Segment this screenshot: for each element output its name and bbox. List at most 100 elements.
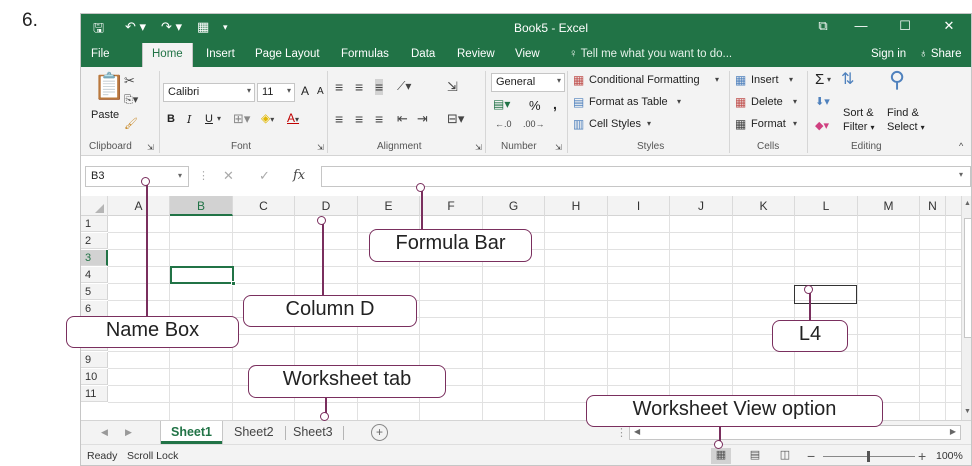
tab-formulas[interactable]: Formulas [341, 48, 389, 60]
tab-split-handle[interactable]: ⋮ [616, 426, 627, 439]
align-left-icon[interactable]: ≡ [335, 111, 343, 127]
row-header[interactable]: 5 [81, 284, 108, 300]
find-select-icon[interactable]: ⚲ [889, 67, 905, 93]
top-align-icon[interactable]: ≡ [335, 79, 343, 95]
delete-cells-icon[interactable]: ▦ [735, 95, 746, 109]
scroll-down-icon[interactable]: ▼ [964, 408, 971, 415]
row-header[interactable]: 9 [81, 352, 108, 368]
font-color-icon[interactable]: A▾ [287, 111, 299, 125]
row-header[interactable]: 2 [81, 233, 108, 249]
redo-icon[interactable]: ↷ ▾ [161, 19, 182, 35]
underline-button[interactable]: U [205, 113, 213, 125]
tab-data[interactable]: Data [411, 48, 435, 60]
minimize-button[interactable]: — [849, 18, 873, 33]
delete-cells-button[interactable]: Delete [751, 96, 783, 108]
cell-styles-icon[interactable]: ▥ [573, 117, 584, 131]
row-header[interactable]: 11 [81, 386, 108, 402]
fill-icon[interactable]: ⬇▾ [815, 95, 830, 108]
column-header[interactable]: F [420, 196, 483, 216]
expand-formula-bar-icon[interactable]: ▾ [959, 170, 963, 179]
scroll-up-icon[interactable]: ▲ [964, 200, 971, 207]
new-sheet-button[interactable]: + [371, 424, 388, 441]
align-right-icon[interactable]: ≡ [375, 111, 383, 127]
sort-filter-label[interactable]: Sort & [843, 107, 874, 119]
chevron-down-icon[interactable]: ▾ [715, 75, 719, 84]
middle-align-icon[interactable]: ≡ [355, 79, 363, 95]
cut-icon[interactable]: ✂ [124, 73, 135, 89]
conditional-formatting-button[interactable]: Conditional Formatting [589, 74, 700, 86]
save-icon[interactable]: 🖫 [93, 19, 104, 41]
column-header[interactable]: E [358, 196, 420, 216]
font-name-combo[interactable]: Calibri ▾ [163, 83, 255, 102]
sign-in-link[interactable]: Sign in [871, 48, 906, 60]
fill-color-icon[interactable]: ◈▾ [261, 111, 274, 125]
sheet-tab-sheet3[interactable]: Sheet3 [293, 421, 333, 444]
clipboard-launcher-icon[interactable]: ⇲ [147, 143, 154, 152]
column-header[interactable]: D [295, 196, 358, 216]
align-center-icon[interactable]: ≡ [355, 111, 363, 127]
find-select-label-2[interactable]: Select ▾ [887, 121, 925, 133]
column-header[interactable]: C [233, 196, 295, 216]
percent-style-button[interactable]: % [529, 98, 541, 113]
column-header[interactable]: L [795, 196, 858, 216]
chevron-down-icon[interactable]: ▾ [793, 119, 797, 128]
chevron-down-icon[interactable]: ▾ [827, 75, 831, 84]
comma-style-button[interactable]: , [553, 96, 557, 112]
close-button[interactable]: ✕ [937, 18, 961, 34]
increase-decimal-icon[interactable]: ←.0 [495, 119, 512, 129]
copy-icon[interactable]: ⎘▾ [124, 93, 138, 107]
name-box[interactable]: B3 ▾ [85, 166, 189, 187]
enter-icon[interactable]: ✓ [259, 168, 270, 184]
vertical-scrollbar[interactable]: ▲ ▼ [961, 196, 971, 420]
column-header[interactable]: J [670, 196, 733, 216]
chevron-down-icon[interactable]: ▾ [793, 97, 797, 106]
merge-center-icon[interactable]: ⊟▾ [447, 111, 464, 127]
increase-indent-icon[interactable]: ⇥ [417, 111, 428, 127]
prev-sheet-icon[interactable]: ◀ [101, 427, 108, 438]
bold-button[interactable]: B [167, 113, 175, 125]
tab-view[interactable]: View [515, 48, 540, 60]
insert-function-icon[interactable]: fx [293, 168, 305, 183]
chevron-down-icon[interactable]: ▾ [217, 114, 221, 123]
format-painter-icon[interactable]: 🖌 [124, 117, 138, 130]
normal-view-button[interactable]: ▦ [711, 448, 731, 464]
bottom-align-icon[interactable]: ≡ [375, 79, 384, 95]
active-cell-b3[interactable] [170, 266, 236, 286]
insert-cells-icon[interactable]: ▦ [735, 73, 746, 87]
accounting-format-icon[interactable]: ▤▾ [493, 97, 510, 111]
page-layout-view-button[interactable]: ▤ [745, 448, 765, 464]
paste-label[interactable]: Paste [91, 109, 119, 121]
scroll-left-icon[interactable]: ◀ [634, 427, 640, 436]
tab-home[interactable]: Home [142, 43, 193, 67]
shrink-font-button[interactable]: A [317, 86, 324, 97]
collapse-ribbon-icon[interactable]: ^ [959, 141, 963, 151]
row-header[interactable]: 6 [81, 301, 108, 317]
zoom-level[interactable]: 100% [936, 450, 963, 462]
column-header[interactable]: N [920, 196, 946, 216]
chevron-down-icon[interactable]: ▾ [677, 97, 681, 106]
cell-styles-button[interactable]: Cell Styles [589, 118, 641, 130]
customize-qat-icon[interactable]: ▾ [223, 22, 228, 33]
chevron-down-icon[interactable]: ▾ [789, 75, 793, 84]
undo-icon[interactable]: ↶ ▾ [125, 19, 146, 35]
grow-font-button[interactable]: A [301, 84, 309, 98]
number-format-combo[interactable]: General ▾ [491, 73, 565, 92]
orientation-icon[interactable]: ⟋▾ [397, 79, 411, 94]
font-launcher-icon[interactable]: ⇲ [317, 143, 324, 152]
zoom-out-button[interactable]: − [807, 448, 815, 464]
share-button[interactable]: ♁ Share [919, 48, 962, 60]
column-header[interactable]: H [545, 196, 608, 216]
sheet-tab-sheet2[interactable]: Sheet2 [234, 421, 274, 444]
next-sheet-icon[interactable]: ▶ [125, 427, 132, 438]
clear-icon[interactable]: ◆▾ [815, 119, 829, 132]
touch-mode-icon[interactable]: ▦ [197, 19, 209, 35]
column-header[interactable]: I [608, 196, 670, 216]
tab-file[interactable]: File [91, 48, 110, 60]
column-header[interactable]: M [858, 196, 920, 216]
tab-insert[interactable]: Insert [206, 48, 235, 60]
decrease-decimal-icon[interactable]: .00→ [523, 119, 545, 129]
decrease-indent-icon[interactable]: ⇤ [397, 111, 408, 127]
scroll-right-icon[interactable]: ▶ [950, 427, 956, 436]
fill-handle[interactable] [231, 281, 236, 286]
chevron-down-icon[interactable]: ▾ [647, 119, 651, 128]
